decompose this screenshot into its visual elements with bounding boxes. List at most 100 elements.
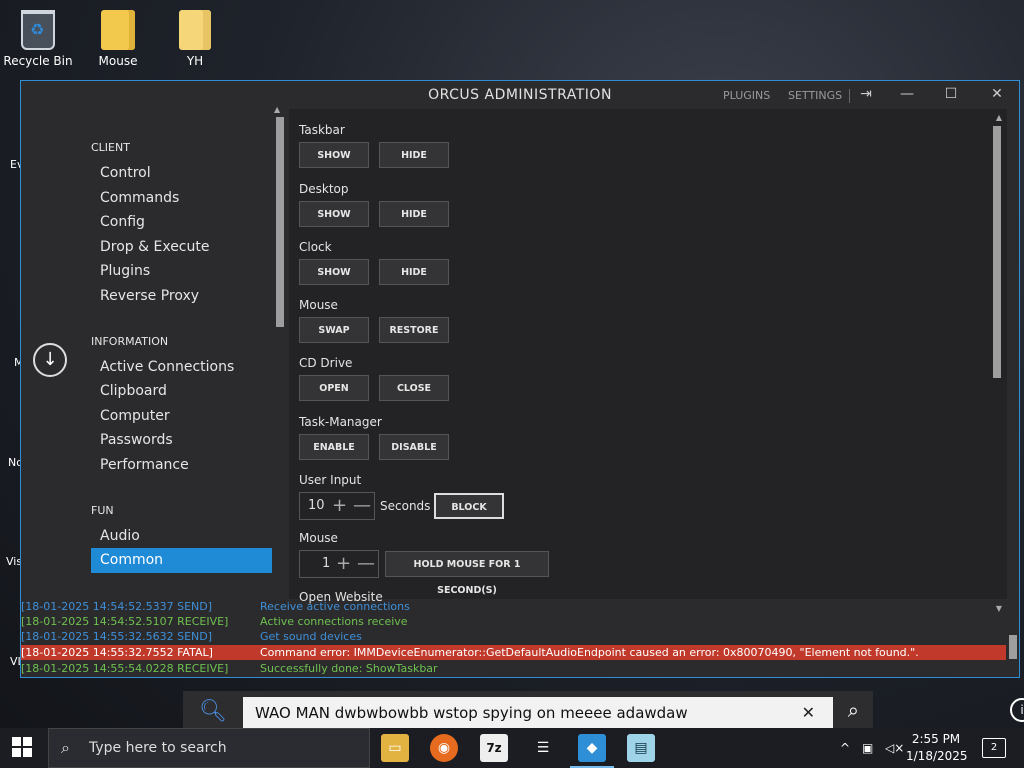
close-button[interactable]: ✕ (987, 86, 1007, 106)
plus-icon[interactable]: + (336, 553, 351, 574)
sidebar-item-passwords[interactable]: Passwords (91, 428, 291, 453)
cd-open-button[interactable]: OPEN (299, 375, 369, 401)
recycle-bin-icon[interactable]: Recycle Bin (0, 10, 76, 68)
firefox-icon[interactable]: ◉ (430, 734, 458, 762)
logout-icon[interactable]: ⇥ (856, 86, 876, 106)
yh-folder-label: YH (186, 54, 204, 68)
sidebar-item-clipboard[interactable]: Clipboard (91, 379, 291, 404)
log-scrollbar[interactable] (1009, 635, 1017, 659)
clock-date: 1/18/2025 (906, 749, 968, 763)
minus-icon[interactable]: — (357, 553, 375, 574)
sidebar-item-audio[interactable]: Audio (91, 524, 291, 549)
taskbar-show-button[interactable]: SHOW (299, 142, 369, 168)
notification-count: 2 (990, 742, 998, 753)
sidebar-item-active-connections[interactable]: Active Connections (91, 355, 291, 380)
sidebar-item-commands[interactable]: Commands (91, 186, 291, 211)
orcus-app-icon[interactable]: ◆ (570, 734, 614, 768)
sidebar-nav: CLIENT Control Commands Config Drop & Ex… (91, 133, 291, 573)
sidebar-item-plugins[interactable]: Plugins (91, 259, 291, 284)
taskbar: ⌕ Type here to search ▭ ◉ 7z ☰ ◆ ▤ ^ ▣ ◁… (0, 728, 1024, 768)
log-message: Get sound devices (260, 630, 362, 643)
mouse-hold-value: 1 (322, 556, 331, 571)
mouse-hold-stepper[interactable]: 1 + — (299, 550, 379, 578)
search-input[interactable]: WAO MAN dwbwbowbb wstop spying on meeee … (243, 697, 833, 729)
taskbar-hide-button[interactable]: HIDE (379, 142, 449, 168)
user-input-block-button[interactable]: BLOCK (434, 493, 504, 519)
content-panel: Taskbar SHOW HIDE Desktop SHOW HIDE Cloc… (289, 109, 1007, 613)
notification-icon[interactable]: 2 (982, 738, 1006, 758)
cd-close-button[interactable]: CLOSE (379, 375, 449, 401)
sidebar-item-reverse-proxy[interactable]: Reverse Proxy (91, 284, 291, 309)
7zip-icon[interactable]: 7z (480, 734, 508, 762)
section-clock-label: Clock (299, 240, 332, 254)
settings-link[interactable]: SETTINGS (788, 89, 842, 102)
taskbar-search-placeholder: Type here to search (89, 740, 227, 756)
folder-icon (179, 10, 211, 50)
plugins-link[interactable]: PLUGINS (723, 89, 770, 102)
sidebar-item-performance[interactable]: Performance (91, 453, 291, 478)
desktop-hide-button[interactable]: HIDE (379, 201, 449, 227)
log-row: [18-01-2025 14:55:54.0228 RECEIVE] Succe… (21, 661, 1006, 676)
speaker-muted-icon[interactable]: ◁× (885, 728, 904, 768)
nav-scrollbar[interactable] (276, 117, 284, 327)
nav-header-client: CLIENT (91, 141, 130, 154)
file-explorer-icon[interactable]: ▭ (381, 734, 409, 762)
log-timestamp: [18-01-2025 14:55:32.5632 SEND] (21, 630, 213, 643)
mouse-folder-icon[interactable]: Mouse (80, 10, 156, 68)
section-cd-drive-label: CD Drive (299, 356, 353, 370)
log-timestamp: [18-01-2025 14:55:54.0228 RECEIVE] (21, 662, 229, 675)
section-task-manager-label: Task-Manager (299, 415, 382, 429)
content-scroll-up-icon[interactable]: ▲ (996, 113, 1002, 122)
section-desktop-label: Desktop (299, 182, 349, 196)
section-mouse-label: Mouse (299, 298, 338, 312)
clock-hide-button[interactable]: HIDE (379, 259, 449, 285)
search-icon: 🔍︎ (199, 699, 227, 724)
mouse-swap-button[interactable]: SWAP (299, 317, 369, 343)
chevron-up-icon[interactable]: ^ (840, 728, 850, 768)
yh-folder-icon[interactable]: YH (157, 10, 233, 68)
network-icon[interactable]: ▣ (862, 728, 873, 768)
maximize-button[interactable]: ☐ (941, 86, 961, 106)
title-bar[interactable]: ORCUS ADMINISTRATION PLUGINS SETTINGS ⇥ … (21, 81, 1019, 111)
content-scrollbar[interactable] (993, 126, 1001, 378)
log-row: [18-01-2025 14:55:32.5632 SEND] Get soun… (21, 629, 1006, 644)
user-input-stepper[interactable]: 10 + — (299, 492, 375, 520)
folder-icon (101, 10, 135, 50)
clock[interactable]: 2:55 PM 1/18/2025 (906, 731, 968, 765)
sidebar-item-computer[interactable]: Computer (91, 404, 291, 429)
task-manager-enable-button[interactable]: ENABLE (299, 434, 369, 460)
minus-icon[interactable]: — (353, 495, 371, 516)
nav-header-fun: FUN (91, 503, 114, 517)
sidebar-item-control[interactable]: Control (91, 161, 291, 186)
notepad-icon[interactable]: ▤ (627, 734, 655, 762)
desktop-show-button[interactable]: SHOW (299, 201, 369, 227)
info-icon[interactable]: i (1010, 698, 1024, 722)
windows-start-icon[interactable] (12, 737, 32, 757)
log-row-fatal: [18-01-2025 14:55:32.7552 FATAL] Command… (21, 645, 1006, 660)
log-timestamp: [18-01-2025 14:54:52.5337 SEND] (21, 600, 213, 613)
nav-scroll-up-icon[interactable]: ▲ (274, 105, 280, 114)
arrow-down-circle-icon[interactable]: ↓ (33, 343, 67, 377)
plus-icon[interactable]: + (332, 495, 347, 516)
recycle-bin-label: Recycle Bin (3, 54, 73, 68)
taskbar-search-box[interactable]: ⌕ Type here to search (48, 728, 370, 768)
clear-icon[interactable]: ✕ (802, 697, 815, 729)
hold-mouse-button[interactable]: HOLD MOUSE FOR 1 SECOND(S) (385, 551, 549, 596)
mouse-restore-button[interactable]: RESTORE (379, 317, 449, 343)
log-message: Receive active connections (260, 600, 410, 613)
search-submit-icon[interactable]: ⌕ (848, 698, 859, 722)
log-message: Command error: IMMDeviceEnumerator::GetD… (260, 646, 919, 659)
minimize-button[interactable]: — (897, 86, 917, 106)
sidebar-item-drop-execute[interactable]: Drop & Execute (91, 235, 291, 260)
clock-show-button[interactable]: SHOW (299, 259, 369, 285)
tool-icon[interactable]: ☰ (529, 734, 557, 762)
sidebar-item-config[interactable]: Config (91, 210, 291, 235)
mouse-folder-label: Mouse (98, 54, 138, 68)
user-input-unit: Seconds (380, 499, 431, 513)
clock-time: 2:55 PM (911, 732, 961, 746)
user-input-value: 10 (308, 498, 325, 513)
task-manager-disable-button[interactable]: DISABLE (379, 434, 449, 460)
title-divider (849, 89, 850, 103)
nav-header-information: INFORMATION (91, 334, 169, 348)
sidebar-item-common[interactable]: Common (91, 548, 272, 573)
